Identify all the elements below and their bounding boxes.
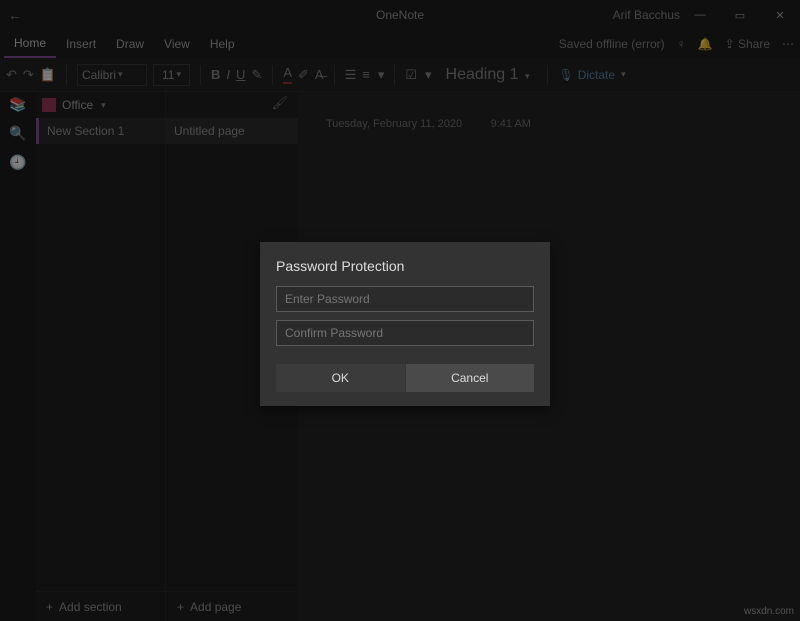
- ok-button[interactable]: OK: [276, 364, 405, 392]
- password-protection-dialog: Password Protection OK Cancel: [260, 242, 550, 406]
- confirm-password-input[interactable]: [276, 320, 534, 346]
- dialog-buttons: OK Cancel: [276, 364, 534, 392]
- dialog-title: Password Protection: [276, 258, 534, 274]
- cancel-button[interactable]: Cancel: [406, 364, 535, 392]
- watermark: wsxdn.com: [744, 606, 794, 617]
- password-input[interactable]: [276, 286, 534, 312]
